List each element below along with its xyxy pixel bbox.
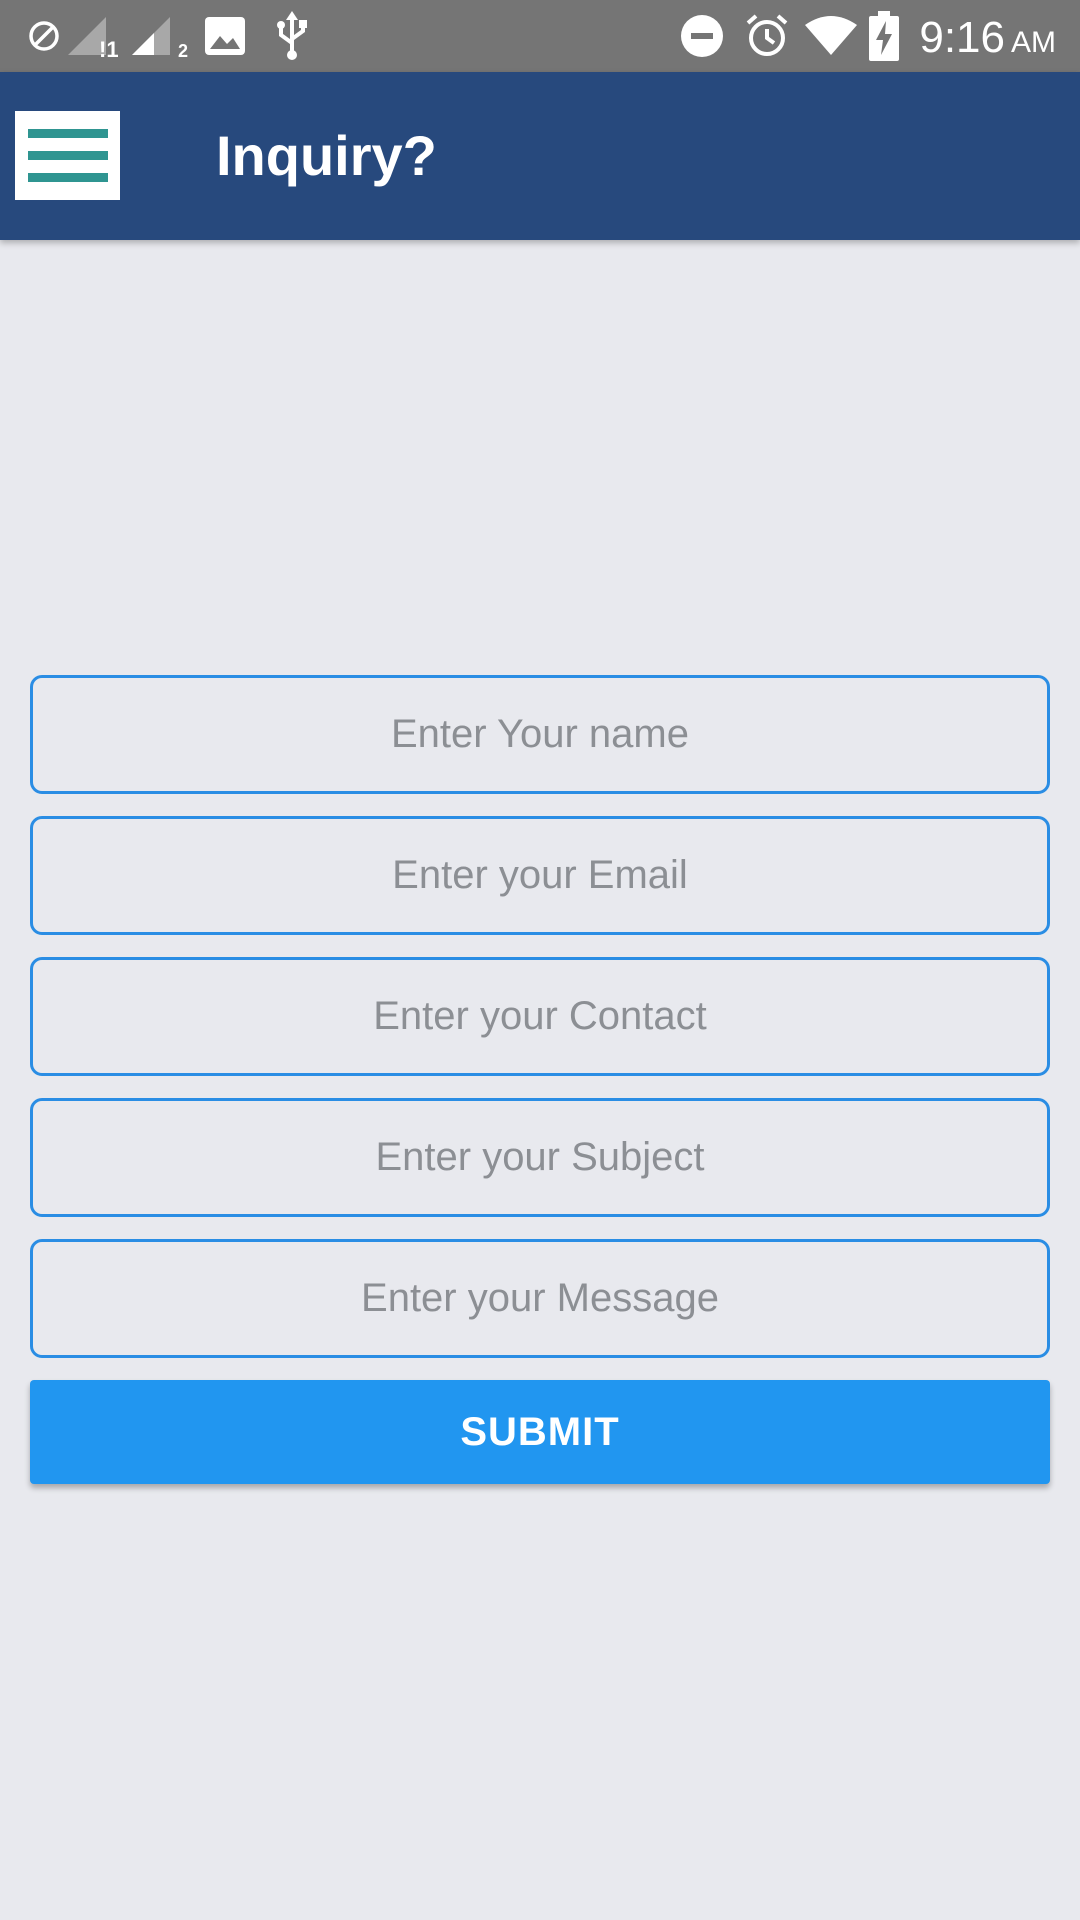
battery-charging-icon [868, 0, 900, 72]
status-time: 9:16 AM [919, 0, 1056, 72]
sim2-label: 2 [178, 41, 188, 59]
menu-line [27, 173, 108, 182]
usb-icon [274, 0, 310, 72]
message-field[interactable] [30, 1239, 1050, 1358]
app-bar: Inquiry? [0, 72, 1080, 240]
image-icon [204, 0, 246, 72]
do-not-disturb-icon [680, 0, 724, 72]
menu-line [27, 151, 108, 160]
name-field[interactable] [30, 675, 1050, 794]
email-field[interactable] [30, 816, 1050, 935]
menu-line [27, 129, 108, 138]
submit-button[interactable]: SUBMIT [30, 1380, 1050, 1484]
contact-field[interactable] [30, 957, 1050, 1076]
status-bar: !1 2 9:16 AM [0, 0, 1080, 72]
time-value: 9:16 [919, 13, 1005, 62]
inquiry-form: SUBMIT [30, 675, 1050, 1484]
sim1-label: !1 [99, 37, 119, 59]
page-title: Inquiry? [216, 124, 437, 187]
alarm-icon [744, 0, 790, 72]
time-ampm: AM [1011, 26, 1056, 59]
do-not-disturb-off-icon [26, 0, 62, 72]
wifi-icon [804, 0, 858, 72]
signal-sim1-icon: !1 [66, 0, 122, 72]
signal-sim2-icon: 2 [130, 0, 190, 72]
subject-field[interactable] [30, 1098, 1050, 1217]
hamburger-menu-icon[interactable] [15, 111, 120, 200]
